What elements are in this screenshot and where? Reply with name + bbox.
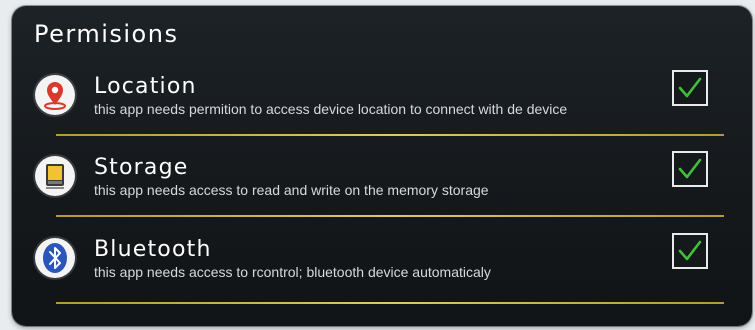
storage-checkbox[interactable] (672, 151, 708, 187)
location-pin-icon (35, 75, 75, 115)
bluetooth-checkbox[interactable] (672, 233, 708, 269)
permission-desc-storage: this app needs access to read and write … (94, 182, 489, 198)
divider-line (56, 302, 724, 304)
permission-row-storage: Storage this app needs access to read an… (12, 149, 752, 229)
permission-title-bluetooth: Bluetooth (94, 237, 212, 262)
divider-line (56, 134, 724, 136)
location-checkbox[interactable] (672, 70, 708, 106)
permission-row-bluetooth: Bluetooth this app needs access to rcont… (12, 231, 752, 311)
permission-row-location: Location this app needs permition to acc… (12, 68, 752, 148)
memory-card-icon (35, 156, 75, 196)
permission-desc-bluetooth: this app needs access to rcontrol; bluet… (94, 264, 491, 280)
permission-desc-location: this app needs permition to access devic… (94, 101, 568, 117)
permission-title-storage: Storage (94, 155, 189, 180)
bluetooth-icon (35, 238, 75, 278)
permission-title-location: Location (94, 74, 197, 99)
divider-line (56, 215, 724, 217)
permissions-panel: Permisions Location this app needs permi… (12, 6, 752, 326)
panel-title: Permisions (34, 20, 179, 48)
checkmark-icon (678, 240, 702, 261)
checkmark-icon (678, 77, 702, 98)
checkmark-icon (678, 158, 702, 179)
